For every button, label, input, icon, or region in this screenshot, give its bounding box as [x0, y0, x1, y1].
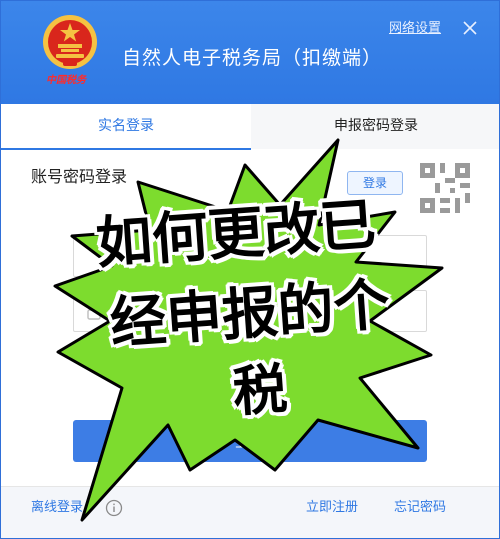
info-icon[interactable] [105, 499, 123, 517]
tab-real-name-login[interactable]: 实名登录 [1, 104, 251, 150]
tab-label: 实名登录 [98, 118, 154, 134]
tab-declaration-password-login[interactable]: 申报密码登录 [251, 104, 499, 149]
app-title: 自然人电子税务局（扣缴端） [122, 47, 383, 69]
brand-text: 中国税务 [46, 75, 86, 86]
national-emblem-icon [43, 15, 97, 69]
offline-login-link[interactable]: 离线登录 [31, 499, 83, 517]
header-bar: 中国税务 自然人电子税务局（扣缴端） 网络设置 [1, 1, 499, 104]
login-button[interactable]: 登录 [73, 420, 427, 462]
account-input[interactable] [114, 236, 414, 276]
register-link[interactable]: 立即注册 [306, 499, 358, 517]
qr-code-icon[interactable] [420, 163, 470, 213]
password-input[interactable] [114, 291, 414, 331]
lock-icon [87, 303, 101, 320]
password-field[interactable] [73, 290, 427, 332]
forgot-password-link[interactable]: 忘记密码 [394, 499, 446, 517]
section-title: 账号密码登录 [31, 167, 128, 186]
login-window: 中国税务 自然人电子税务局（扣缴端） 网络设置 实名登录 申报密码登录 账号密码… [0, 0, 500, 539]
tab-label: 申报密码登录 [334, 118, 418, 134]
login-tabs: 实名登录 申报密码登录 [1, 104, 499, 150]
network-settings-link[interactable]: 网络设置 [389, 20, 441, 38]
account-field[interactable] [73, 235, 427, 277]
login-tag[interactable]: 登录 [347, 171, 403, 195]
close-icon[interactable] [462, 20, 478, 36]
tab-active-indicator [1, 148, 251, 150]
